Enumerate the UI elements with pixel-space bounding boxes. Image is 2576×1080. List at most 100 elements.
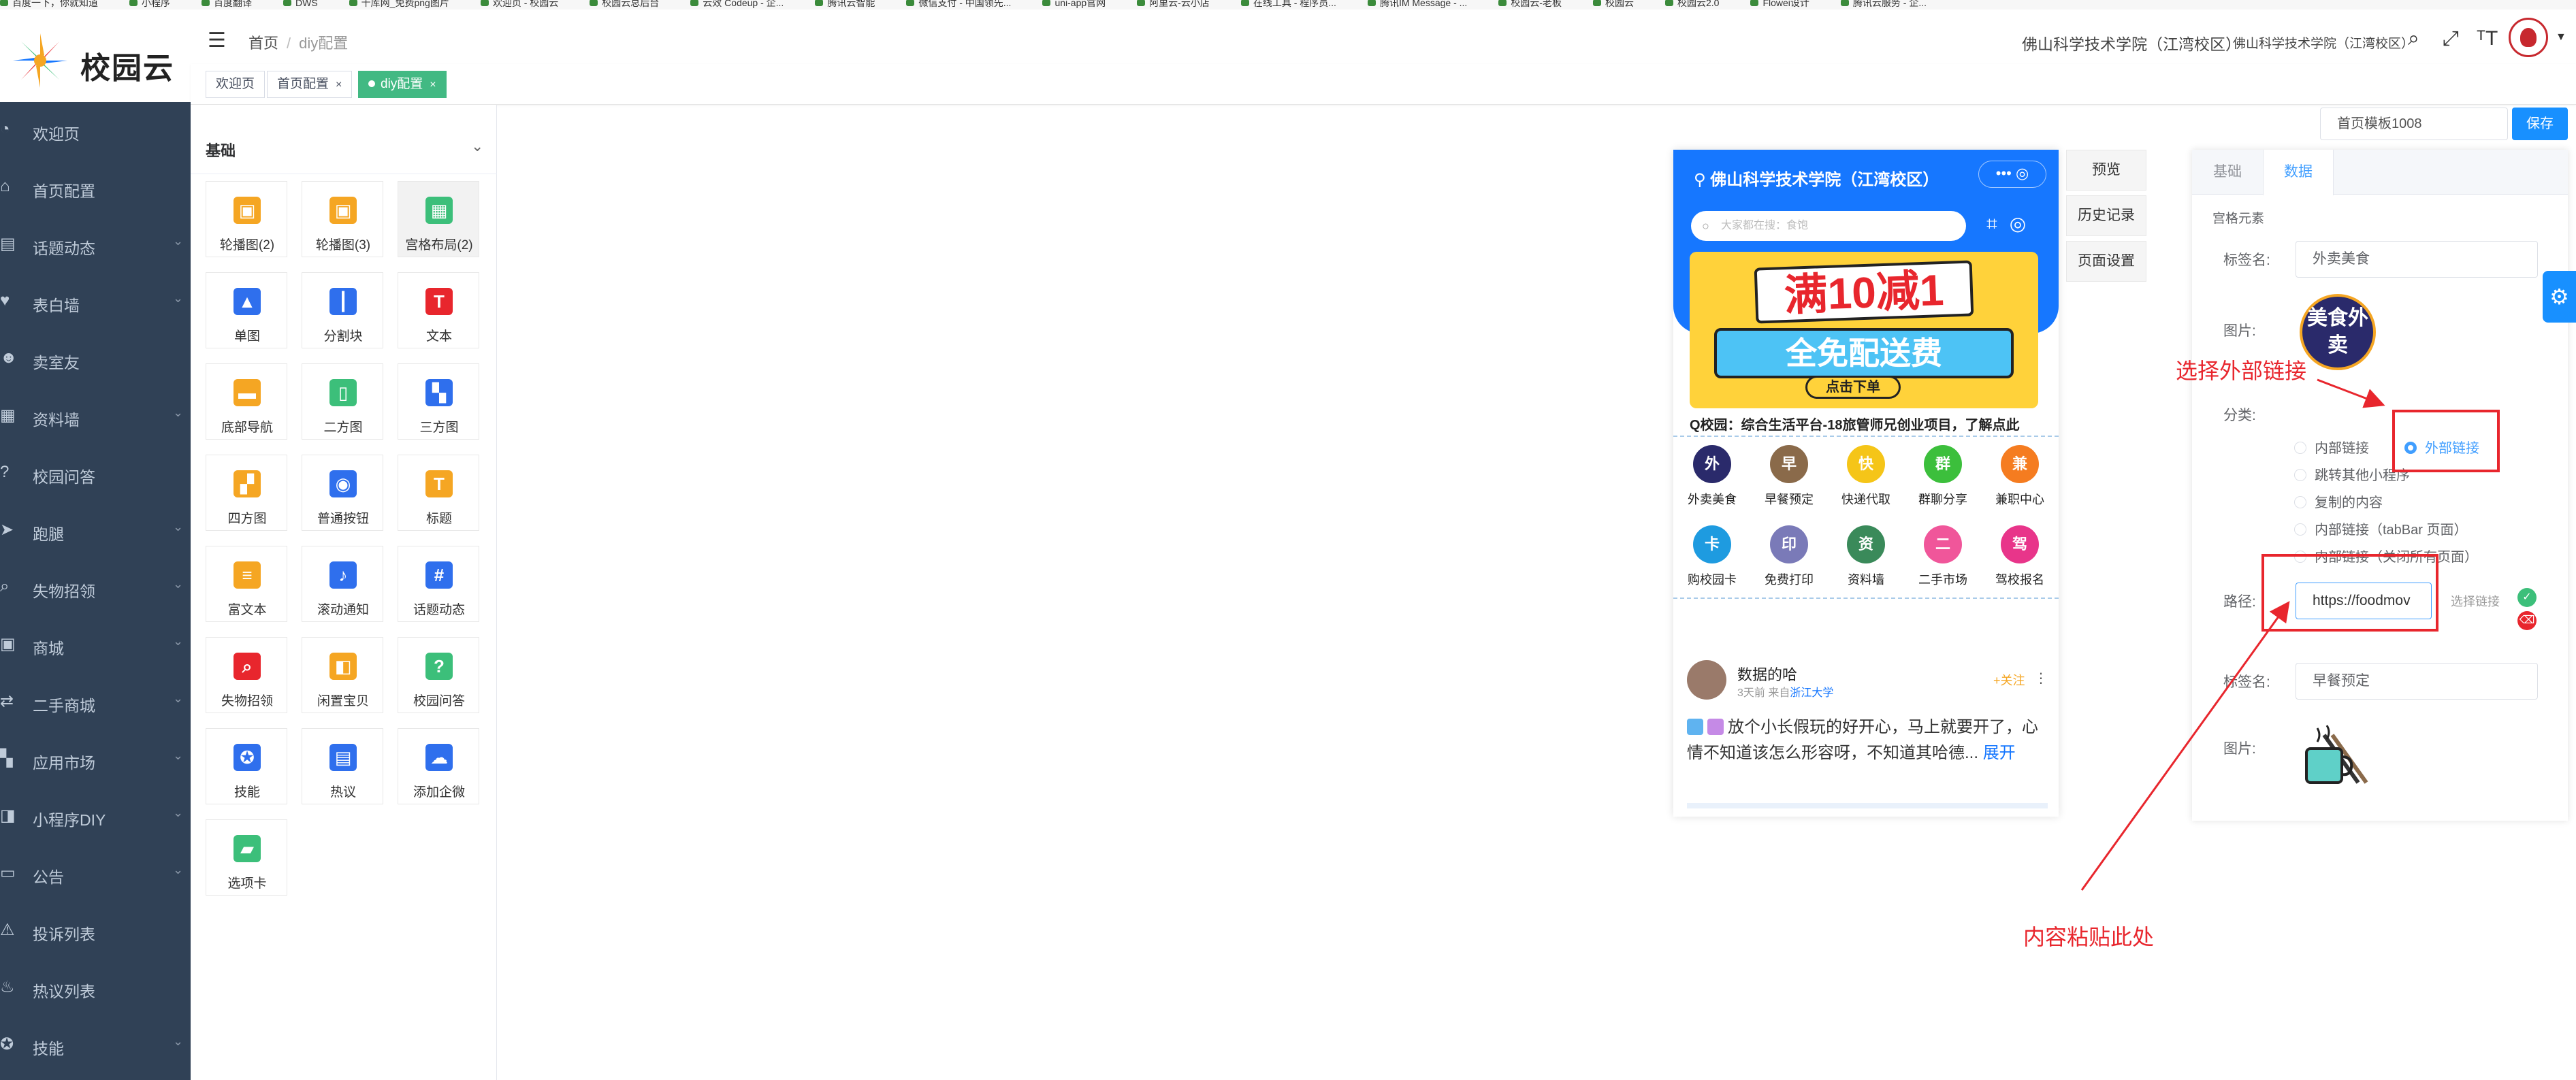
app-logo[interactable]: 校园云 bbox=[0, 10, 191, 102]
menu-fold-icon[interactable]: ☰ bbox=[208, 29, 226, 52]
component-item[interactable]: ▤ 热议 bbox=[302, 728, 383, 804]
component-item[interactable]: ? 校园问答 bbox=[398, 637, 479, 713]
sidebar-item[interactable]: ◔ 欢迎页 bbox=[0, 102, 191, 159]
scan-icon[interactable]: ⌗ bbox=[1986, 213, 2010, 234]
component-item[interactable]: ▯ 二方图 bbox=[302, 363, 383, 440]
component-item[interactable]: ⌕ 失物招领 bbox=[206, 637, 287, 713]
bookmark-item[interactable]: 校园云2.0 bbox=[1664, 0, 1719, 7]
component-item[interactable]: ☁ 添加企微 bbox=[398, 728, 479, 804]
grid-item[interactable]: 兼兼职中心 bbox=[1982, 438, 2058, 520]
component-item[interactable]: ▲ 单图 bbox=[206, 272, 287, 348]
grid-item-image[interactable]: 美食外卖 bbox=[2300, 294, 2376, 370]
bookmark-item[interactable]: 在线工具 - 程序员... bbox=[1240, 0, 1336, 7]
user-avatar[interactable] bbox=[2509, 18, 2548, 57]
close-icon[interactable]: × bbox=[336, 79, 342, 91]
component-item[interactable]: ▣ 轮播图(3) bbox=[302, 181, 383, 257]
bookmark-item[interactable]: 校园云-老板 bbox=[1498, 0, 1562, 7]
sidebar-item[interactable]: ◨ 小程序DIY ⌄ bbox=[0, 788, 191, 845]
expand-link[interactable]: 展开 bbox=[1983, 744, 2016, 762]
component-item[interactable]: T 文本 bbox=[398, 272, 479, 348]
bookmark-item[interactable]: 腾讯云服务 - 企... bbox=[1840, 0, 1927, 7]
component-item[interactable]: T 标题 bbox=[398, 455, 479, 531]
sidebar-item[interactable]: ⇄ 二手商城 ⌄ bbox=[0, 674, 191, 731]
sidebar-item[interactable]: ▤ 话题动态 ⌄ bbox=[0, 216, 191, 274]
component-group-header[interactable]: 基础 ⌄ bbox=[191, 121, 497, 174]
sidebar-item[interactable]: ⌕ 失物招领 ⌄ bbox=[0, 559, 191, 617]
template-select[interactable]: 首页模板1008 bbox=[2320, 108, 2508, 140]
scan-chat-icons[interactable]: ⌗◎ bbox=[1986, 212, 2038, 235]
history-button[interactable]: 历史记录 bbox=[2066, 195, 2146, 236]
bookmark-item[interactable]: 校园云 bbox=[1592, 0, 1634, 7]
sidebar-item[interactable]: ▭ 公告 ⌄ bbox=[0, 845, 191, 902]
bookmark-item[interactable]: 小程序 bbox=[129, 0, 170, 7]
sidebar-item[interactable]: ▚ 应用市场 ⌄ bbox=[0, 731, 191, 788]
sidebar-item[interactable]: ♨ 热议列表 bbox=[0, 960, 191, 1017]
capsule-menu[interactable]: ••• ◎ bbox=[1978, 161, 2046, 188]
component-item[interactable]: ▬ 底部导航 bbox=[206, 363, 287, 440]
component-item[interactable]: ┃ 分割块 bbox=[302, 272, 383, 348]
bookmark-item[interactable]: 微信支付 - 中国领先... bbox=[906, 0, 1011, 7]
grid-item[interactable]: 快快递代取 bbox=[1828, 438, 1904, 520]
breakfast-cup-icon[interactable] bbox=[2297, 715, 2379, 789]
component-item[interactable]: ▦ 宫格布局(2) bbox=[398, 181, 479, 257]
radio-internal-link[interactable]: 内部链接 bbox=[2294, 437, 2369, 457]
grid-item[interactable]: 群群聊分享 bbox=[1905, 438, 1981, 520]
bookmark-item[interactable]: 云效 Codeup - 企... bbox=[690, 0, 784, 7]
sidebar-item[interactable]: ▦ 资料墙 ⌄ bbox=[0, 388, 191, 445]
grid-item[interactable]: 驾驾校报名 bbox=[1982, 519, 2058, 600]
font-size-icon[interactable]: ᵀT bbox=[2477, 27, 2498, 50]
follow-button[interactable]: +关注 bbox=[1993, 671, 2025, 689]
component-item[interactable]: ▰ 选项卡 bbox=[206, 819, 287, 896]
sidebar-item[interactable]: ➤ 跑腿 ⌄ bbox=[0, 502, 191, 559]
bookmark-item[interactable]: 腾讯云智能 bbox=[815, 0, 875, 7]
tab-data[interactable]: 数据 bbox=[2263, 150, 2334, 195]
grid-item[interactable]: 二二手市场 bbox=[1905, 519, 1981, 600]
school-name[interactable]: 佛山科学技术学院（江湾校区） bbox=[2022, 31, 2241, 54]
component-item[interactable]: ▚ 三方图 bbox=[398, 363, 479, 440]
component-item[interactable]: ▞ 四方图 bbox=[206, 455, 287, 531]
bookmark-item[interactable]: 腾讯IM Message - ... bbox=[1367, 0, 1467, 7]
sidebar-item[interactable]: ✪ 技能 ⌄ bbox=[0, 1017, 191, 1074]
chevron-down-icon[interactable]: ⌄ bbox=[471, 137, 483, 155]
grid-item[interactable]: 早早餐预定 bbox=[1751, 438, 1827, 520]
select-link-dropdown[interactable]: 选择链接 bbox=[2451, 592, 2500, 610]
label-name-input-2[interactable]: 早餐预定 bbox=[2296, 663, 2538, 700]
fullscreen-icon[interactable]: ⤢ bbox=[2443, 27, 2459, 50]
grid-item[interactable]: 资资料墙 bbox=[1828, 519, 1904, 600]
post-author[interactable]: 数据的哈 bbox=[1737, 663, 1797, 685]
page-settings-button[interactable]: 页面设置 bbox=[2066, 241, 2146, 282]
component-item[interactable]: ♪ 滚动通知 bbox=[302, 546, 383, 622]
school-name-secondary[interactable]: 佛山科学技术学院（江湾校区） bbox=[2233, 33, 2414, 52]
grid-item[interactable]: 印免费打印 bbox=[1751, 519, 1827, 600]
caret-down-icon[interactable]: ▼ bbox=[2556, 31, 2566, 44]
sidebar-item[interactable]: ▣ 商城 ⌄ bbox=[0, 617, 191, 674]
bookmark-item[interactable]: 千库网_免费png图片 bbox=[349, 0, 449, 7]
sidebar-item[interactable]: ? 校园问答 bbox=[0, 445, 191, 502]
sidebar-item[interactable]: ☻ 卖室友 bbox=[0, 331, 191, 388]
sidebar-item[interactable]: ⌂ 首页配置 bbox=[0, 159, 191, 216]
bookmark-item[interactable]: uni-app官网 bbox=[1042, 0, 1106, 7]
breadcrumb-home[interactable]: 首页 bbox=[248, 35, 278, 52]
component-item[interactable]: ✪ 技能 bbox=[206, 728, 287, 804]
save-button[interactable]: 保存 bbox=[2512, 108, 2568, 140]
more-icon[interactable]: ⋮ bbox=[2034, 670, 2048, 687]
sidebar-item[interactable]: ⚠ 投诉列表 bbox=[0, 902, 191, 960]
chat-icon[interactable]: ◎ bbox=[2010, 213, 2038, 234]
preview-button[interactable]: 预览 bbox=[2066, 150, 2146, 191]
component-item[interactable]: ◧ 闲置宝贝 bbox=[302, 637, 383, 713]
search-icon[interactable]: ⌕ bbox=[2408, 27, 2419, 50]
component-item[interactable]: ≡ 富文本 bbox=[206, 546, 287, 622]
bookmark-item[interactable]: 百度翻译 bbox=[202, 0, 252, 7]
grid-item[interactable]: 外外卖美食 bbox=[1674, 438, 1750, 520]
phone-post[interactable]: 数据的哈 3天前 来自浙江大学 +关注 ⋮ 放个小长假玩的好开心，马上就要开了，… bbox=[1687, 660, 2048, 810]
bookmark-item[interactable]: 欢迎页 - 校园云 bbox=[480, 0, 558, 7]
close-icon[interactable]: × bbox=[430, 79, 436, 91]
tab-basic[interactable]: 基础 bbox=[2192, 150, 2263, 195]
post-avatar[interactable] bbox=[1687, 660, 1726, 700]
confirm-icon[interactable]: ✓ bbox=[2517, 588, 2537, 607]
phone-notice[interactable]: Q校园：综合生活平台-18旅管师兄创业项目，了解点此 bbox=[1690, 414, 2044, 433]
radio-copy-content[interactable]: 复制的内容 bbox=[2294, 491, 2383, 511]
tag-welcome[interactable]: 欢迎页 bbox=[206, 71, 265, 98]
grid-item[interactable]: 卡购校园卡 bbox=[1674, 519, 1750, 600]
bookmark-item[interactable]: DWS bbox=[283, 0, 318, 7]
